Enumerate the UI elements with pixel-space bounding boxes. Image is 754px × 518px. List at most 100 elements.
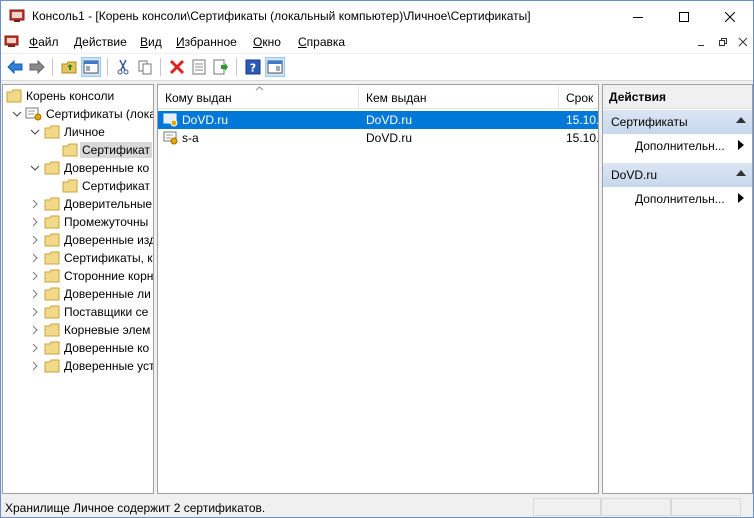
tree-item-enterprise-trust[interactable]: Доверительные <box>27 195 152 213</box>
chevron-down-icon[interactable] <box>27 124 43 140</box>
forward-button[interactable] <box>27 57 47 77</box>
status-segment <box>533 498 601 516</box>
tree-item-trusted-people[interactable]: Доверенные ли <box>27 285 151 303</box>
chevron-right-icon[interactable] <box>27 340 43 356</box>
action-label: Дополнительн... <box>635 192 725 206</box>
mmc-window: Консоль1 - [Корень консоли\Сертификаты (… <box>0 0 754 518</box>
show-hide-action-pane-button[interactable] <box>265 57 285 77</box>
chevron-right-icon[interactable] <box>27 250 43 266</box>
tree-item-preview-build-roots[interactable]: Корневые элем <box>27 321 150 339</box>
chevron-right-icon[interactable] <box>27 358 43 374</box>
tree-item-personal[interactable]: Личное <box>27 123 105 141</box>
console-tree-icon <box>83 60 99 74</box>
action-more-actions[interactable]: Дополнительн... <box>635 139 744 153</box>
document-system-menu-icon[interactable] <box>4 35 20 49</box>
tree-item-label: Личное <box>64 125 105 139</box>
tree-item-trusted-root-certificates[interactable]: Сертификат <box>61 177 150 195</box>
tree-item-trusted-publishers[interactable]: Доверенные изд <box>27 231 153 249</box>
action-pane-icon <box>267 60 283 74</box>
sort-ascending-icon <box>255 86 264 91</box>
minimize-icon <box>698 45 704 46</box>
up-one-level-button[interactable] <box>59 57 79 77</box>
actions-pane: Действия Сертификаты Дополнительн... DoV… <box>602 84 753 494</box>
actions-section-title: Сертификаты <box>611 115 688 129</box>
tree-item-trusted-root-2[interactable]: Доверенные ко <box>27 339 149 357</box>
title-bar[interactable]: Консоль1 - [Корень консоли\Сертификаты (… <box>1 1 753 32</box>
tree-item-label: Сертификат <box>82 179 150 193</box>
copy-button[interactable] <box>135 57 155 77</box>
maximize-button[interactable] <box>661 1 707 32</box>
cell-issued-by: DoVD.ru <box>366 113 413 127</box>
tree-item-client-auth-issuers[interactable]: Поставщики се <box>27 303 148 321</box>
tree-item-intermediate[interactable]: Промежуточны <box>27 213 148 231</box>
delete-button[interactable] <box>167 57 187 77</box>
folder-icon <box>43 196 61 212</box>
action-more-actions[interactable]: Дополнительн... <box>635 192 744 206</box>
close-button[interactable] <box>707 1 753 32</box>
chevron-down-icon[interactable] <box>9 106 25 122</box>
tree-item-untrusted[interactable]: Сертификаты, к <box>27 249 153 267</box>
collapse-up-icon[interactable] <box>736 117 746 123</box>
tree-item-third-party-root[interactable]: Сторонние корн <box>27 267 153 285</box>
minimize-button[interactable] <box>615 1 661 32</box>
menu-help[interactable]: Справка <box>298 35 345 49</box>
console-tree-pane[interactable]: Корень консоли Сертификаты (лока Личное … <box>2 84 154 494</box>
chevron-right-icon[interactable] <box>27 286 43 302</box>
tree-item-label: Доверенные уст <box>64 359 154 373</box>
folder-icon <box>43 232 61 248</box>
column-header-issued-to[interactable]: Кому выдан <box>158 85 359 109</box>
help-button[interactable]: ? <box>243 57 263 77</box>
mdi-close-button[interactable] <box>737 36 749 48</box>
tree-item-label: Доверительные <box>64 197 153 211</box>
tree-item-personal-certificates[interactable]: Сертификат <box>61 141 152 159</box>
folder-icon <box>43 214 61 230</box>
menu-file[interactable]: Файл <box>29 35 59 49</box>
results-list-pane[interactable]: Кому выдан Кем выдан Срок DoVD.ru DoVD.r… <box>157 84 599 494</box>
menu-action[interactable]: Действие <box>74 35 127 49</box>
menu-view[interactable]: Вид <box>140 35 162 49</box>
properties-button[interactable] <box>189 57 209 77</box>
menu-view-mnemonic: В <box>140 35 149 49</box>
cut-button[interactable] <box>113 57 133 77</box>
column-header-issued-by[interactable]: Кем выдан <box>359 85 559 109</box>
folder-icon <box>43 250 61 266</box>
menu-action-mnemonic: Д <box>74 35 83 49</box>
chevron-right-icon[interactable] <box>27 304 43 320</box>
svg-text:?: ? <box>250 62 256 75</box>
chevron-right-icon[interactable] <box>27 232 43 248</box>
actions-section-dovd[interactable]: DoVD.ru <box>603 163 752 187</box>
cell-expires: 15.10. <box>566 131 599 145</box>
collapse-up-icon[interactable] <box>736 170 746 176</box>
back-button[interactable] <box>5 57 25 77</box>
chevron-right-icon[interactable] <box>27 268 43 284</box>
tree-item-label: Промежуточны <box>64 215 149 229</box>
table-row[interactable]: DoVD.ru DoVD.ru 15.10. <box>158 111 598 129</box>
menu-window[interactable]: Окно <box>253 35 281 49</box>
chevron-down-icon[interactable] <box>27 160 43 176</box>
actions-section-certificates[interactable]: Сертификаты <box>603 110 752 134</box>
window-title: Консоль1 - [Корень консоли\Сертификаты (… <box>32 9 531 23</box>
tree-item-certificates-local[interactable]: Сертификаты (лока <box>9 105 154 123</box>
console-app-icon[interactable] <box>9 8 27 24</box>
table-row[interactable]: s-a DoVD.ru 15.10. <box>158 129 599 147</box>
menu-favorites[interactable]: Избранное <box>176 35 237 49</box>
chevron-right-icon[interactable] <box>27 196 43 212</box>
chevron-right-icon[interactable] <box>27 214 43 230</box>
tree-item-label: Корень консоли <box>26 89 115 103</box>
column-header-expiration[interactable]: Срок <box>559 85 598 109</box>
folder-icon <box>5 88 23 104</box>
menu-help-mnemonic: С <box>298 35 307 49</box>
tree-item-label: Сертификат <box>80 142 152 158</box>
export-list-button[interactable] <box>211 57 231 77</box>
tree-item-trusted-devices[interactable]: Доверенные уст <box>27 357 154 375</box>
tree-item-label: Сертификаты (лока <box>46 107 154 121</box>
tree-item-console-root[interactable]: Корень консоли <box>5 87 114 105</box>
mdi-restore-button[interactable] <box>717 36 729 48</box>
menu-action-label: ействие <box>82 35 127 49</box>
chevron-right-icon[interactable] <box>27 322 43 338</box>
show-hide-console-tree-button[interactable] <box>81 57 101 77</box>
tree-item-trusted-root[interactable]: Доверенные ко <box>27 159 149 177</box>
toolbar-separator <box>52 58 53 76</box>
column-header-label: Срок <box>566 91 594 105</box>
mdi-minimize-button[interactable] <box>696 36 708 48</box>
